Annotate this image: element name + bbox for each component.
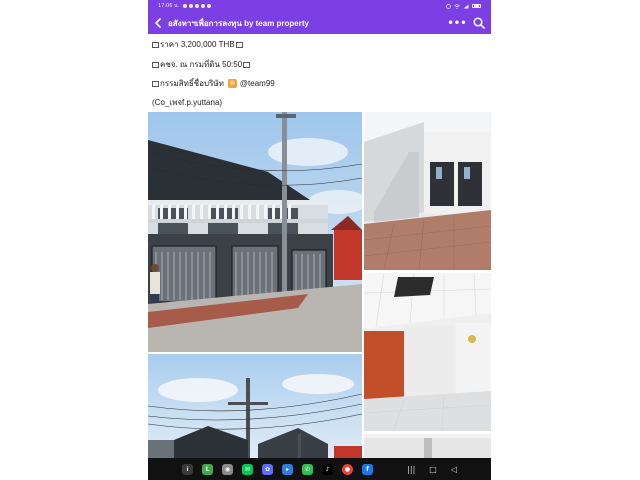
tiktok-app-icon[interactable]: ♪ — [322, 463, 333, 475]
ownership-handle[interactable]: @team99 — [240, 79, 275, 88]
ownership-text: กรรมสิทธิ์ชื่อบริษัท — [160, 79, 224, 88]
emoji-icon: ▫ — [235, 41, 243, 48]
system-buttons: ||| □ ◁ — [407, 465, 457, 474]
interior-hall-photo[interactable] — [364, 112, 491, 270]
interior-room-photo[interactable] — [364, 273, 491, 431]
gallery-app-icon[interactable]: ✿ — [262, 463, 273, 475]
taskbar: ⁞ L ◉ ✉ ✿ ▸ ✆ ♪ ● f ||| □ ◁ — [148, 458, 491, 480]
photo-gallery — [148, 112, 491, 462]
back-icon[interactable]: ◁ — [451, 465, 457, 474]
ownership-line: ▫ กรรมสิทธิ์ชื่อบริษัท ® @team99 — [152, 77, 275, 90]
line-app-icon[interactable]: L — [202, 463, 213, 475]
fees-text: คชจ. ณ กรมที่ดิน 50:50 — [160, 60, 243, 69]
battery-icon — [472, 4, 481, 8]
home-icon[interactable]: □ — [429, 465, 437, 474]
camera-app-icon[interactable]: ◉ — [222, 463, 233, 475]
back-button[interactable] — [148, 12, 168, 34]
phone-screen: 17:06 น. อสังหาฯเพื่อการลงทุน by team pr… — [148, 0, 491, 480]
files-app-icon[interactable]: ▸ — [282, 463, 293, 475]
page-title: อสังหาฯเพื่อการลงทุน by team property — [168, 18, 309, 28]
notification-icon — [207, 4, 212, 8]
chrome-app-icon[interactable]: ● — [342, 463, 353, 475]
launcher-app-icon[interactable]: ⁞ — [182, 463, 193, 475]
status-time: 17:06 น. — [158, 3, 180, 9]
chat-app-icon[interactable]: ✉ — [242, 463, 253, 475]
facebook-app-icon[interactable]: f — [362, 463, 373, 475]
fees-line: ▫ คชจ. ณ กรมที่ดิน 50:50 ▫ — [152, 58, 251, 71]
notification-icon — [183, 4, 188, 8]
status-bar: 17:06 น. — [148, 0, 491, 12]
credit-line: (Co_เพจf.p.yuttana) — [152, 96, 222, 109]
search-button[interactable] — [467, 12, 491, 34]
notification-icon — [201, 4, 206, 8]
screen: 17:06 น. อสังหาฯเพื่อการลงทุน by team pr… — [0, 0, 640, 480]
chevron-left-icon — [155, 18, 161, 28]
app-bar: อสังหาฯเพื่อการลงทุน by team property ••… — [148, 12, 491, 34]
credit-text: (Co_เพจf.p.yuttana) — [152, 98, 223, 107]
registered-icon: ® — [227, 79, 237, 88]
emoji-icon: ▫ — [152, 41, 159, 48]
wifi-icon — [454, 3, 460, 9]
messages-app-icon[interactable]: ✆ — [302, 463, 313, 475]
notification-icon — [189, 4, 194, 8]
notification-icon — [195, 4, 200, 8]
signal-icon — [463, 4, 469, 8]
price-line: ▫ ราคา 3,200,000 THB ▫ — [152, 38, 243, 51]
system-status — [446, 3, 481, 9]
recent-apps-icon[interactable]: ||| — [407, 465, 415, 474]
price-text: ราคา 3,200,000 THB — [160, 40, 235, 49]
alarm-icon — [446, 3, 451, 9]
notification-icons — [183, 4, 212, 8]
emoji-icon: ▫ — [152, 80, 159, 87]
emoji-icon: ▫ — [152, 61, 159, 68]
search-icon — [473, 17, 485, 29]
more-options-button[interactable]: ••• — [447, 12, 467, 34]
emoji-icon: ▫ — [243, 61, 251, 68]
street-powerline-photo[interactable] — [148, 354, 362, 462]
house-exterior-photo[interactable] — [148, 112, 362, 352]
